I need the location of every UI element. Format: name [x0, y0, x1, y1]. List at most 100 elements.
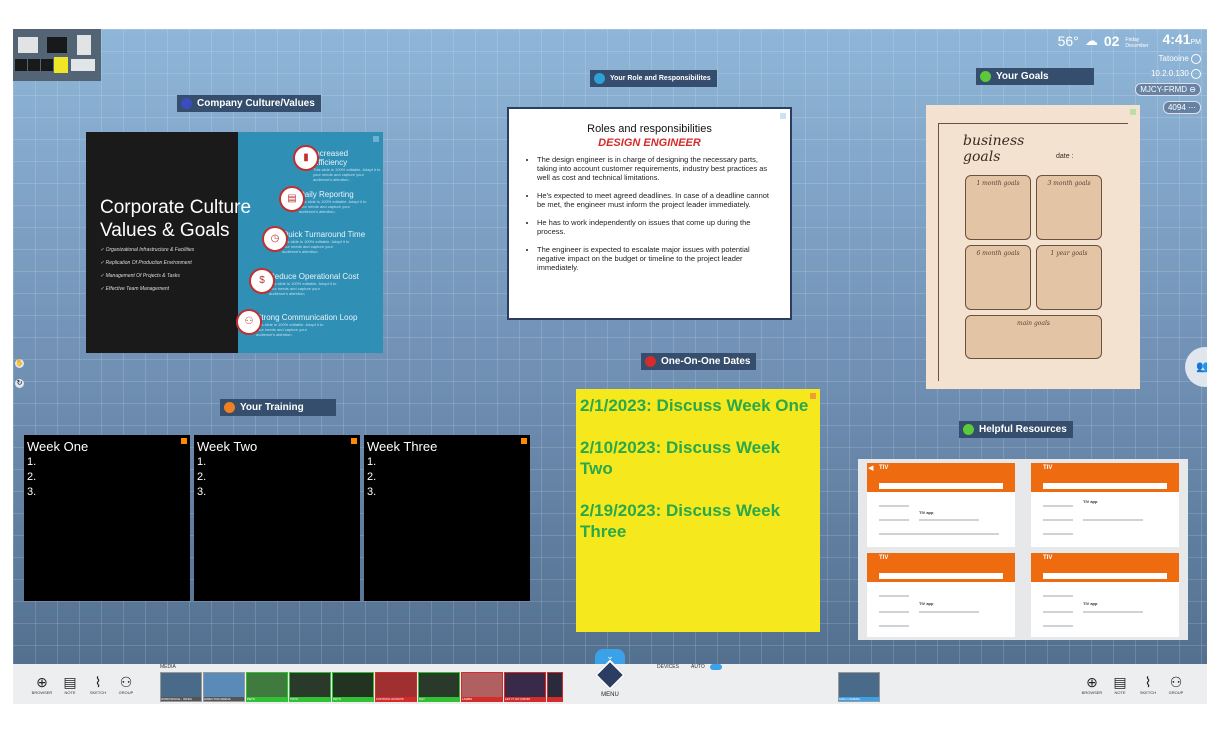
goal-box-3-month[interactable]: 3 month goals [1036, 175, 1102, 240]
card-handle-icon[interactable] [810, 393, 816, 399]
media-thumbnail[interactable]: PETS [246, 672, 288, 702]
card-handle-icon[interactable] [181, 438, 187, 444]
goals-title: business goals [963, 133, 1024, 165]
note-tool-button[interactable]: ▤ NOTE [1109, 674, 1131, 695]
temperature: 56° [1057, 33, 1079, 49]
resource-heading: TIV app [919, 601, 934, 606]
hand-tool-icon[interactable]: ✋ [15, 359, 24, 368]
media-thumb-label: DIRECTOR ARENA [204, 697, 244, 701]
group-icon: ⚇ [1169, 674, 1183, 690]
day-number: 02 [1103, 33, 1120, 49]
tool-label: BROWSER [1081, 690, 1103, 695]
wifi-icon[interactable] [1191, 69, 1201, 79]
card-handle-icon[interactable] [1130, 109, 1136, 115]
media-thumbnail[interactable]: PETS [332, 672, 374, 702]
media-thumbnail[interactable] [547, 672, 563, 702]
resource-brand: TIV [1043, 555, 1053, 561]
goal-box-1-month[interactable]: 1 month goals [965, 175, 1031, 240]
one-on-one-dot-icon [645, 356, 656, 367]
location-icon[interactable] [1191, 54, 1201, 64]
training-week-card[interactable]: Week One 1. 2. 3. [24, 435, 190, 601]
training-week-card[interactable]: Week Two 1. 2. 3. [194, 435, 360, 601]
auto-toggle[interactable] [710, 664, 722, 670]
media-thumb-label: LAMBS [462, 697, 502, 701]
slide-title: Corporate Culture Values & Goals [100, 196, 251, 242]
label-your-goals[interactable]: Your Goals [976, 68, 1094, 85]
label-your-training[interactable]: Your Training [220, 399, 336, 416]
users-count-chip[interactable]: 4094 ⋯ [1162, 101, 1201, 114]
media-thumbnail[interactable]: TOTS [289, 672, 331, 702]
card-handle-icon[interactable] [780, 113, 786, 119]
training-week-title: Week Three [367, 439, 438, 454]
resource-thumbnail[interactable]: TIV TIV app [1031, 553, 1179, 637]
training-week-title: Week Two [197, 439, 258, 454]
media-thumb-label: LET IT GO (FROM [505, 697, 545, 701]
sketch-tool-button[interactable]: ⌇ SKETCH [87, 674, 109, 695]
goal-box-label: 6 month goals [976, 250, 1020, 257]
resources-dot-icon [963, 424, 974, 435]
workspace-canvas[interactable]: 56° ☁ 02 Friday December 4:41PM Tatooine… [13, 29, 1207, 664]
resource-thumbnail[interactable]: TIV TIV app [867, 553, 1015, 637]
one-on-one-sticky-note[interactable]: 2/1/2023: Discuss Week One 2/10/2023: Di… [576, 389, 820, 632]
label-company-culture[interactable]: Company Culture/Values [177, 95, 321, 112]
participants-icon[interactable]: 👥 [1185, 347, 1207, 387]
tool-label: SKETCH [1139, 690, 1157, 695]
goals-card[interactable]: business goals date : 1 month goals 3 mo… [926, 105, 1140, 389]
cloud-icon: ☁ [1084, 33, 1098, 48]
media-thumbnail[interactable]: DAY [418, 672, 460, 702]
label-helpful-resources[interactable]: Helpful Resources [959, 421, 1073, 438]
resource-thumbnail[interactable]: TIV TIV app [1031, 463, 1179, 547]
roles-card[interactable]: Roles and responsibilities DESIGN ENGINE… [507, 107, 792, 320]
device-code-chip[interactable]: MJCY-FRMD ⊖ [1135, 83, 1201, 96]
card-handle-icon[interactable] [373, 136, 379, 142]
roles-subtitle: DESIGN ENGINEER [598, 137, 701, 149]
group-icon: ⚇ [119, 674, 133, 690]
goal-box-6-month[interactable]: 6 month goals [965, 245, 1031, 310]
goal-box-1-year[interactable]: 1 year goals [1036, 245, 1102, 310]
media-thumbnail[interactable]: CONTROL ROOM B [375, 672, 417, 702]
menu-button[interactable]: MENU [590, 659, 630, 704]
media-thumb-label: PETS [247, 697, 287, 701]
helpful-resources-card[interactable]: TIV TIV app ◀ TIV TIV app TIV TIV app TI… [858, 459, 1188, 640]
browser-tool-button[interactable]: ⊕ BROWSER [31, 674, 53, 695]
slide-item-text: This slide is 100% editable. Adapt it to… [269, 281, 337, 296]
culture-slide-card[interactable]: Corporate Culture Values & Goals ✓ Organ… [86, 132, 383, 353]
card-handle-icon[interactable] [351, 438, 357, 444]
globe-icon: ⊕ [36, 674, 48, 690]
training-week-card[interactable]: Week Three 1. 2. 3. [364, 435, 530, 601]
slide-item-text: This slide is 100% editable. Adapt it to… [256, 322, 324, 337]
device-thumbnail[interactable]: MAIN CAMERA [838, 672, 880, 702]
label-your-role[interactable]: Your Role and Responsibilites [590, 70, 717, 87]
goal-box-main[interactable]: main goals [965, 315, 1102, 359]
slide-item: $ Reduce Operational Cost This slide is … [249, 268, 359, 296]
media-thumbnail[interactable]: LET IT GO (FROM [504, 672, 546, 702]
group-tool-button[interactable]: ⚇ GROUP [1165, 674, 1187, 695]
auto-label: AUTO [691, 664, 705, 670]
slide-item: ▮ Increased Efficiency This slide is 100… [293, 145, 383, 182]
goals-date-label: date : [1056, 153, 1074, 160]
tool-label: SKETCH [89, 690, 107, 695]
slide-item-title: Reduce Operational Cost [269, 272, 359, 281]
group-tool-button[interactable]: ⚇ GROUP [115, 674, 137, 695]
media-thumbnail[interactable]: LAMBS [461, 672, 503, 702]
slide-bullet: ✓ Replication Of Production Environment [100, 260, 192, 266]
media-thumb-label: WORKSPACE - INFRA [161, 697, 201, 701]
note-tool-button[interactable]: ▤ NOTE [59, 674, 81, 695]
device-thumb-label: MAIN CAMERA [839, 697, 879, 701]
workspace-minimap[interactable] [13, 29, 101, 81]
browser-tool-button[interactable]: ⊕ BROWSER [1081, 674, 1103, 695]
sketch-tool-button[interactable]: ⌇ SKETCH [1137, 674, 1159, 695]
users-count: 4094 [1167, 103, 1186, 112]
label-one-on-one[interactable]: One-On-One Dates [641, 353, 757, 370]
roles-item: The engineer is expected to escalate maj… [537, 245, 776, 272]
card-handle-icon[interactable] [521, 438, 527, 444]
training-week-title: Week One [27, 439, 89, 454]
resource-thumbnail[interactable]: TIV TIV app ◀ [867, 463, 1015, 547]
media-thumbnail[interactable]: WORKSPACE - INFRA [160, 672, 202, 702]
tool-label: BROWSER [31, 690, 53, 695]
media-thumbnail[interactable]: DIRECTOR ARENA [203, 672, 245, 702]
sync-icon[interactable]: ↻ [15, 379, 24, 388]
network-icon: ⚇ [236, 309, 262, 335]
slide-title-line2: Values & Goals [100, 220, 230, 241]
resource-brand: TIV [879, 555, 889, 561]
